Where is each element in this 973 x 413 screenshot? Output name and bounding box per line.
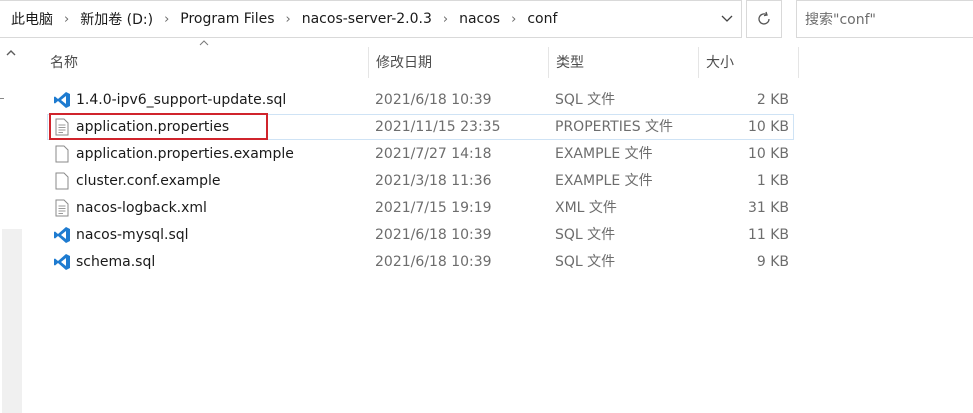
column-divider[interactable] [368, 47, 369, 78]
file-name: application.properties.example [76, 146, 294, 162]
file-type: XML 文件 [555, 200, 617, 216]
file-row[interactable]: application.properties.example 2021/7/27… [47, 141, 794, 167]
file-date: 2021/7/27 14:18 [375, 146, 492, 162]
file-type: SQL 文件 [555, 227, 616, 243]
sort-ascending-icon [199, 40, 209, 46]
chevron-right-icon[interactable]: › [56, 12, 77, 27]
column-header-date[interactable]: 修改日期 [376, 47, 432, 77]
file-size: 1 KB [756, 173, 789, 189]
search-input[interactable]: 搜索"conf" [796, 0, 973, 38]
navigation-pane-scrollbar[interactable] [0, 39, 24, 413]
file-size: 9 KB [756, 254, 789, 270]
file-date: 2021/6/18 10:39 [375, 254, 492, 270]
file-type: EXAMPLE 文件 [555, 146, 653, 162]
breadcrumb-drive-d[interactable]: 新加卷 (D:) [77, 9, 156, 29]
file-name: 1.4.0-ipv6_support-update.sql [76, 92, 287, 108]
refresh-icon [758, 11, 770, 25]
file-date: 2021/6/18 10:39 [375, 92, 492, 108]
address-history-button[interactable] [713, 1, 741, 37]
column-header-name[interactable]: 名称 [50, 47, 78, 77]
file-row[interactable]: 1.4.0-ipv6_support-update.sql 2021/6/18 … [47, 87, 794, 113]
file-row[interactable]: cluster.conf.example 2021/3/18 11:36 EXA… [47, 168, 794, 194]
breadcrumb-conf[interactable]: conf [524, 11, 560, 27]
column-divider[interactable] [698, 47, 699, 78]
column-divider[interactable] [548, 47, 549, 78]
file-type: PROPERTIES 文件 [555, 119, 674, 135]
file-size: 2 KB [756, 92, 789, 108]
chevron-right-icon[interactable]: › [278, 12, 299, 27]
vscode-icon [54, 92, 70, 108]
column-divider[interactable] [798, 47, 799, 78]
nav-pane-tick [0, 98, 4, 99]
refresh-button[interactable] [746, 0, 782, 38]
vscode-icon [54, 254, 70, 270]
file-type: SQL 文件 [555, 92, 616, 108]
file-name: nacos-mysql.sql [76, 227, 189, 243]
breadcrumb-nacos[interactable]: nacos [456, 11, 503, 27]
breadcrumb-this-pc[interactable]: 此电脑 [8, 9, 56, 29]
breadcrumb-nacos-server[interactable]: nacos-server-2.0.3 [299, 11, 435, 27]
search-placeholder: 搜索"conf" [805, 12, 876, 28]
file-size: 10 KB [747, 119, 789, 135]
chevron-right-icon[interactable]: › [435, 12, 456, 27]
file-row[interactable]: nacos-mysql.sql 2021/6/18 10:39 SQL 文件 1… [47, 222, 794, 248]
file-date: 2021/11/15 23:35 [375, 119, 501, 135]
file-row[interactable]: nacos-logback.xml 2021/7/15 19:19 XML 文件… [47, 195, 794, 221]
file-size: 10 KB [747, 146, 789, 162]
file-name: cluster.conf.example [76, 173, 221, 189]
file-size: 31 KB [747, 200, 789, 216]
file-name: nacos-logback.xml [76, 200, 207, 216]
column-header-size[interactable]: 大小 [706, 47, 734, 77]
vscode-icon [54, 227, 70, 243]
blank-file-icon [55, 145, 69, 163]
address-bar[interactable]: 此电脑 › 新加卷 (D:) › Program Files › nacos-s… [0, 0, 742, 38]
file-date: 2021/7/15 19:19 [375, 200, 492, 216]
text-file-icon [55, 199, 69, 217]
chevron-right-icon[interactable]: › [503, 12, 524, 27]
file-type: EXAMPLE 文件 [555, 173, 653, 189]
column-header-type[interactable]: 类型 [556, 47, 584, 77]
file-row[interactable]: schema.sql 2021/6/18 10:39 SQL 文件 9 KB [47, 249, 794, 275]
chevron-right-icon[interactable]: › [156, 12, 177, 27]
file-type: SQL 文件 [555, 254, 616, 270]
breadcrumb-program-files[interactable]: Program Files [177, 11, 277, 27]
scroll-up-arrow-icon[interactable] [6, 49, 16, 57]
blank-file-icon [55, 172, 69, 190]
file-name: schema.sql [76, 254, 156, 270]
highlight-box [49, 113, 268, 140]
breadcrumb: 此电脑 › 新加卷 (D:) › Program Files › nacos-s… [0, 9, 713, 29]
chevron-down-icon [721, 15, 733, 22]
file-date: 2021/6/18 10:39 [375, 227, 492, 243]
file-size: 11 KB [747, 227, 789, 243]
scrollbar-thumb[interactable] [2, 229, 22, 413]
file-date: 2021/3/18 11:36 [375, 173, 492, 189]
